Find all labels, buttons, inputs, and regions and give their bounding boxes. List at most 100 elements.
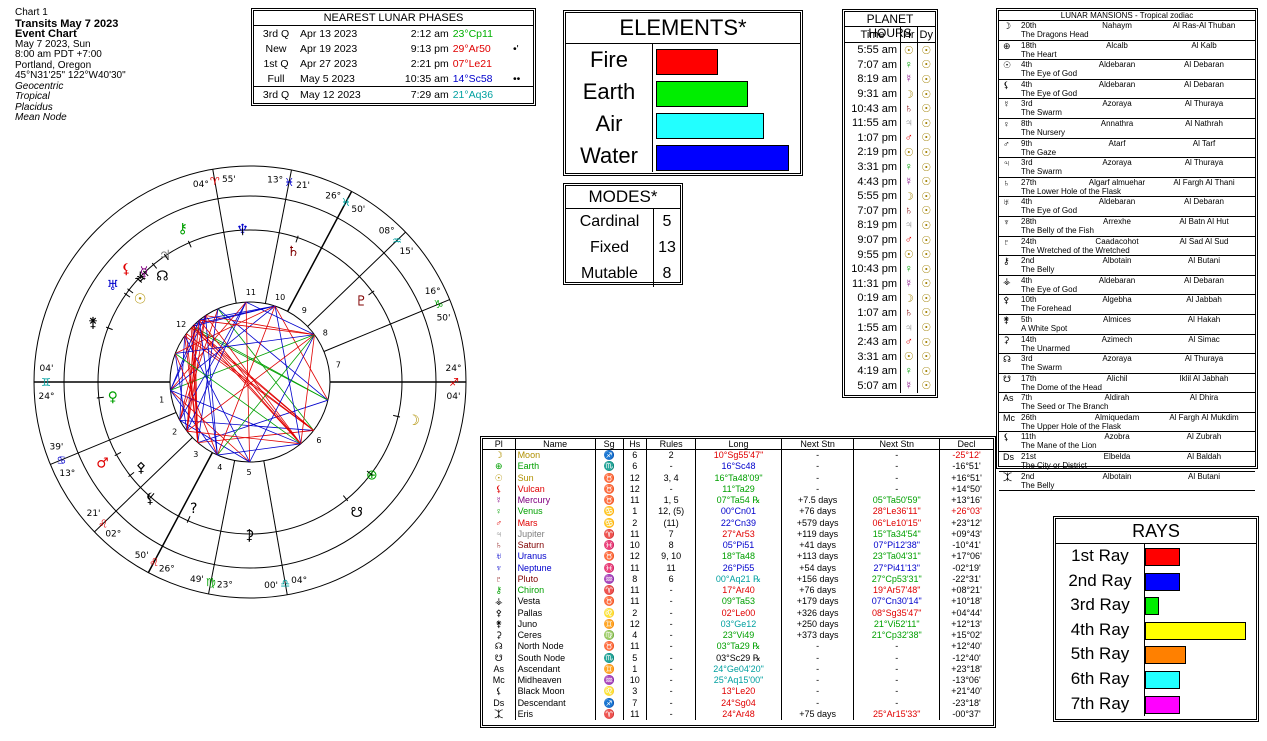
ray-label: 7th Ray bbox=[1070, 693, 1130, 713]
planet-hour-row: 10:43 pm ♀ ☉ bbox=[845, 261, 935, 277]
planet-hour-row: 9:55 pm ☉ ☉ bbox=[845, 247, 935, 262]
planet-rules: 1, 5 bbox=[646, 495, 697, 507]
planet-rules: 7 bbox=[646, 528, 697, 540]
phase-mark: •' bbox=[513, 42, 519, 55]
cusp-sign-icon: ♌ bbox=[98, 518, 108, 531]
mansion-arabic: Al Tarf bbox=[1192, 138, 1216, 148]
element-bar bbox=[656, 113, 764, 139]
day-ruler-icon: ☉ bbox=[921, 205, 932, 218]
cusp-sign-icon: ♈ bbox=[210, 175, 220, 188]
aspect-line bbox=[217, 334, 315, 456]
planet-house: 7 bbox=[623, 697, 648, 709]
planet-house: 6 bbox=[623, 461, 648, 473]
planet-house: 10 bbox=[623, 675, 648, 687]
cusp-minutes: 21' bbox=[296, 181, 310, 191]
astrology-report: Chart 1 Transits May 7 2023 Event Chart … bbox=[0, 0, 1267, 741]
next-station-days: - bbox=[781, 449, 855, 462]
phase-date: Apr 13 2023 bbox=[300, 27, 358, 40]
sign-icon: ♓ bbox=[595, 562, 624, 574]
cusp-sign-icon: ♎ bbox=[280, 577, 290, 590]
planet-rules: - bbox=[646, 697, 697, 709]
mansion-star: Albotain bbox=[1102, 471, 1132, 481]
hour-time: 7:07 am bbox=[845, 57, 902, 73]
planet-name: Earth bbox=[515, 461, 596, 473]
column-header: Pl bbox=[483, 439, 516, 450]
column-header: Name bbox=[515, 439, 596, 450]
planet-declination: +14°50' bbox=[951, 483, 982, 494]
mansion-star: Azimech bbox=[1101, 334, 1133, 344]
next-station-days: - bbox=[781, 697, 855, 709]
sign-icon: ♋ bbox=[595, 506, 624, 518]
mansion-star: Annathra bbox=[1100, 118, 1134, 128]
planet-longitude: 24°Ar48 bbox=[695, 708, 782, 720]
hour-ruler-icon: ☉ bbox=[900, 42, 918, 58]
planet-longitude: 03°Ge12 bbox=[695, 618, 782, 630]
element-label: Air bbox=[595, 111, 623, 136]
modes-table: Cardinal 5 Fixed 13 Mutable 8 bbox=[566, 209, 680, 287]
element-row: Water bbox=[566, 140, 800, 172]
hour-time: 0:19 am bbox=[845, 291, 902, 306]
planet-icon: ♇ bbox=[483, 573, 516, 585]
mansion-star: Aldirah bbox=[1104, 393, 1130, 403]
planet-hour-row: 1:07 pm ♂ ☉ bbox=[845, 130, 935, 146]
next-station-days: +373 days bbox=[781, 630, 855, 642]
column-header: Rules bbox=[646, 439, 697, 450]
mansion-star: Algarf almuehar bbox=[1088, 177, 1146, 187]
planet-glyph-icon: ♇ bbox=[355, 293, 368, 309]
sign-icon: ♏ bbox=[595, 461, 624, 473]
planet-rules: - bbox=[646, 596, 697, 608]
planet-glyph-icon: ♅ bbox=[107, 278, 120, 294]
mansion-arabic: Al Simac bbox=[1188, 334, 1220, 344]
hour-time: 1:07 pm bbox=[845, 130, 902, 146]
hour-time: 1:55 am bbox=[845, 320, 902, 335]
aspect-line bbox=[300, 334, 315, 444]
mansion-star: Alcalb bbox=[1106, 40, 1128, 50]
planet-row: ♃ Jupiter ♈ 11 7 27°Ar53 +119 days 15°Ta34'54" +… bbox=[483, 528, 993, 540]
planet-longitude: 25°Aq15'00" bbox=[695, 675, 782, 687]
hour-time: 5:55 am bbox=[845, 42, 902, 58]
next-station-days: - bbox=[781, 652, 855, 664]
planet-glyph-icon: ♃ bbox=[159, 248, 172, 264]
cusp-degree: 04° bbox=[193, 180, 209, 190]
planet-longitude: 18°Ta48 bbox=[695, 551, 782, 563]
col-header-day: Dy bbox=[917, 27, 935, 43]
cusp-minutes: 21' bbox=[87, 509, 101, 519]
mansion-arabic: Iklil Al Jabhah bbox=[1179, 373, 1229, 383]
sign-icon: ♌ bbox=[595, 607, 624, 619]
planet-icon: Mc bbox=[483, 675, 516, 687]
mode-value: 13 bbox=[658, 239, 676, 256]
planet-hour-row: 3:31 am ☉ ☉ bbox=[845, 349, 935, 365]
mansion-arabic: Al Batn Al Hut bbox=[1179, 216, 1229, 226]
sign-icon: ♏ bbox=[595, 652, 624, 664]
mansion-body-icon: ♂ bbox=[1003, 138, 1010, 149]
hour-ruler-icon: ♄ bbox=[900, 305, 918, 321]
ray-label: 4th Ray bbox=[1070, 619, 1130, 639]
planet-name: South Node bbox=[515, 652, 596, 664]
phase-time: 2:12 am bbox=[410, 27, 449, 40]
mansion-arabic: Al Debaran bbox=[1183, 275, 1225, 285]
planet-house: 4 bbox=[623, 630, 648, 642]
planet-row: ♂ Mars ♋ 2 (11) 22°Cn39 +579 days 06°Le10'15" +2… bbox=[483, 517, 993, 529]
next-station-position: - bbox=[853, 483, 940, 495]
mansion-entry: ⚵ 5th Almices Al Hakah A White Spot bbox=[999, 315, 1255, 335]
planet-tick bbox=[393, 414, 401, 418]
planet-name: Saturn bbox=[515, 540, 596, 552]
planet-hour-row: 8:19 am ☿ ☉ bbox=[845, 72, 935, 87]
planet-declination: +21°40' bbox=[951, 686, 982, 697]
mansion-description: The Eye of God bbox=[1021, 88, 1078, 98]
cusp-sign-icon: ♒ bbox=[392, 234, 402, 247]
mansion-number: 14th bbox=[1021, 334, 1037, 344]
sign-icon: ♉ bbox=[595, 472, 624, 484]
mansion-entry: ♆ 28th Arrexhe Al Batn Al Hut The Belly of t… bbox=[999, 217, 1255, 237]
cusp-degree: 16° bbox=[425, 287, 441, 297]
planet-rules: (11) bbox=[646, 517, 697, 529]
mansion-number: 4th bbox=[1021, 197, 1033, 207]
cusp-minutes: 50' bbox=[437, 314, 451, 324]
mansion-number: 11th bbox=[1021, 432, 1036, 442]
hour-time: 7:07 pm bbox=[845, 203, 902, 219]
planet-declination: +26°03' bbox=[951, 506, 982, 517]
mansion-arabic: Al Thuraya bbox=[1184, 99, 1224, 109]
planet-name: Mars bbox=[515, 517, 596, 529]
day-ruler-icon: ☉ bbox=[921, 73, 932, 86]
mansion-description: The Belly bbox=[1021, 480, 1055, 490]
